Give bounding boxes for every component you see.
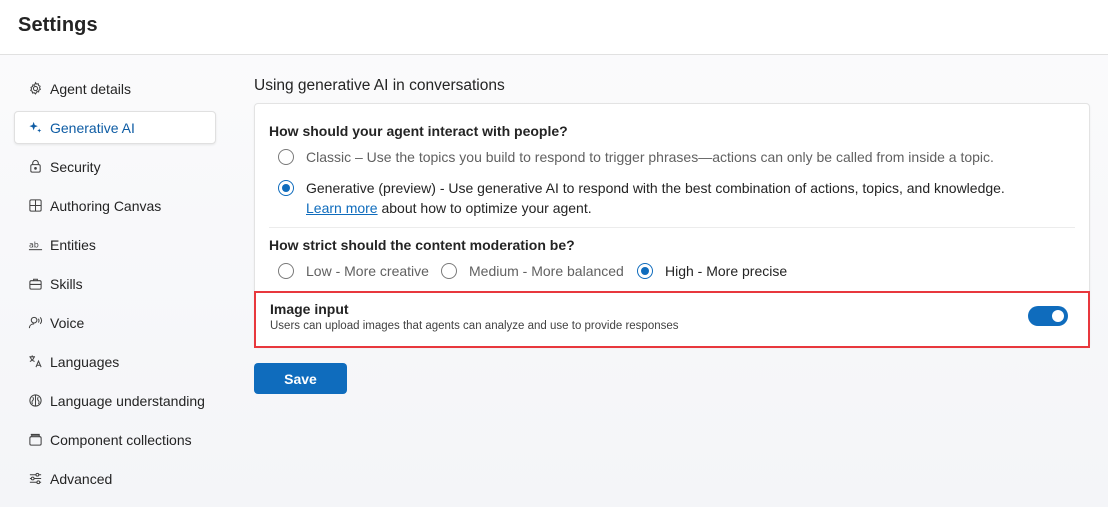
header-bar: Settings bbox=[0, 0, 1108, 55]
high-label: High - More precise bbox=[665, 263, 788, 279]
text-ab-icon: ab bbox=[27, 237, 43, 253]
radio-option-low[interactable]: Low - More creative bbox=[278, 263, 429, 281]
medium-radio[interactable] bbox=[441, 263, 457, 279]
high-radio[interactable] bbox=[637, 263, 653, 279]
generative-radio[interactable] bbox=[278, 180, 294, 196]
medium-label: Medium - More balanced bbox=[469, 263, 624, 279]
learn-more-link[interactable]: Learn more bbox=[306, 200, 378, 216]
low-label: Low - More creative bbox=[306, 263, 429, 279]
sidebar-item-label: Component collections bbox=[50, 431, 192, 448]
section-title: Using generative AI in conversations bbox=[254, 77, 505, 94]
generative-label-block: Generative (preview) - Use generative AI… bbox=[306, 178, 1005, 218]
sidebar-item-label: Agent details bbox=[50, 80, 131, 97]
sidebar-item-label: Skills bbox=[50, 275, 83, 292]
svg-text:ab: ab bbox=[28, 240, 38, 249]
sidebar-item-voice[interactable]: Voice bbox=[14, 306, 216, 339]
sidebar-item-label: Languages bbox=[50, 353, 120, 370]
moderation-question: How strict should the content moderation… bbox=[269, 237, 575, 253]
briefcase-icon bbox=[27, 276, 43, 292]
sidebar-item-label: Generative AI bbox=[50, 119, 135, 136]
translate-icon bbox=[27, 354, 43, 370]
radio-option-classic[interactable]: Classic – Use the topics you build to re… bbox=[278, 149, 994, 167]
lock-icon bbox=[27, 159, 43, 175]
radio-option-high[interactable]: High - More precise bbox=[637, 263, 787, 281]
sidebar-item-label: Security bbox=[50, 158, 101, 175]
gear-icon bbox=[27, 81, 43, 97]
sidebar-item-label: Authoring Canvas bbox=[50, 197, 162, 214]
classic-radio[interactable] bbox=[278, 149, 294, 165]
image-input-toggle[interactable] bbox=[1028, 306, 1068, 326]
brain-icon bbox=[27, 393, 43, 409]
image-input-description: Users can upload images that agents can … bbox=[270, 320, 679, 332]
image-input-title: Image input bbox=[270, 301, 349, 317]
section-divider bbox=[269, 227, 1075, 228]
collection-icon bbox=[27, 432, 43, 448]
sidebar-item-languages[interactable]: Languages bbox=[14, 345, 216, 378]
image-input-setting: Image input Users can upload images that… bbox=[254, 291, 1090, 348]
sliders-icon bbox=[27, 471, 43, 487]
sidebar-item-agent-details[interactable]: Agent details bbox=[14, 72, 216, 105]
generative-label: Generative (preview) - Use generative AI… bbox=[306, 180, 1005, 196]
grid-icon bbox=[27, 198, 43, 214]
sidebar-item-entities[interactable]: ab Entities bbox=[14, 228, 216, 261]
learn-more-suffix: about how to optimize your agent. bbox=[377, 200, 592, 216]
save-button[interactable]: Save bbox=[254, 363, 347, 394]
interaction-question: How should your agent interact with peop… bbox=[269, 123, 568, 139]
sidebar-item-label: Advanced bbox=[50, 470, 113, 487]
classic-label: Classic – Use the topics you build to re… bbox=[306, 149, 994, 165]
sidebar-item-label: Voice bbox=[50, 314, 85, 331]
sidebar-item-authoring-canvas[interactable]: Authoring Canvas bbox=[14, 189, 216, 222]
sparkle-icon bbox=[27, 120, 43, 136]
sidebar-item-label: Language understanding bbox=[50, 392, 205, 409]
settings-sidebar: Agent details Generative AI Security Aut… bbox=[14, 72, 216, 501]
radio-option-generative[interactable]: Generative (preview) - Use generative AI… bbox=[278, 180, 1005, 218]
low-radio[interactable] bbox=[278, 263, 294, 279]
voice-icon bbox=[27, 315, 43, 331]
sidebar-item-generative-ai[interactable]: Generative AI bbox=[14, 111, 216, 144]
sidebar-item-language-understanding[interactable]: Language understanding bbox=[14, 384, 216, 417]
radio-option-medium[interactable]: Medium - More balanced bbox=[441, 263, 624, 281]
sidebar-item-label: Entities bbox=[50, 236, 96, 253]
sidebar-item-advanced[interactable]: Advanced bbox=[14, 462, 216, 495]
sidebar-item-skills[interactable]: Skills bbox=[14, 267, 216, 300]
sidebar-item-security[interactable]: Security bbox=[14, 150, 216, 183]
toggle-knob bbox=[1052, 310, 1064, 322]
page-title: Settings bbox=[18, 14, 98, 36]
sidebar-item-component-collections[interactable]: Component collections bbox=[14, 423, 216, 456]
